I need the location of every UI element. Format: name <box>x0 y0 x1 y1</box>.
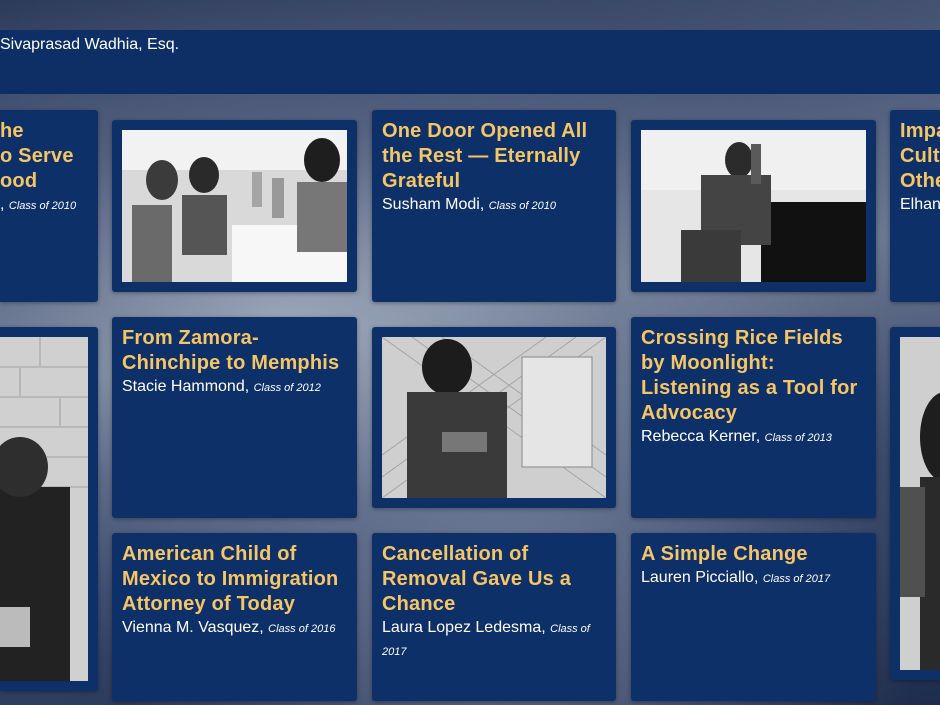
story-title[interactable]: Cancellation of Removal Gave Us a Chance <box>382 542 606 617</box>
detained-man-photo <box>641 130 866 282</box>
detained-woman-photo <box>382 337 606 498</box>
story-title[interactable]: Crossing Rice Fields by Moonlight: Liste… <box>641 326 866 426</box>
story-tile-simple-change[interactable]: A Simple Change Lauren Picciallo, Class … <box>631 533 876 701</box>
photo-tile-left-portrait[interactable] <box>0 327 98 691</box>
story-title[interactable]: American Child of Mexico to Immigration … <box>122 542 347 617</box>
story-tile-zamora[interactable]: From Zamora-Chinchipe to Memphis Stacie … <box>112 317 357 518</box>
left-portrait-image <box>0 337 88 681</box>
family-visitation-image <box>122 130 347 282</box>
story-tile-top-right[interactable]: Impa Cult Othe Elhan <box>890 110 940 302</box>
photo-tile-man[interactable] <box>631 120 876 292</box>
story-byline: Lauren Picciallo, Class of 2017 <box>641 569 831 586</box>
story-byline: Elhan <box>900 196 940 213</box>
story-title[interactable]: A Simple Change <box>641 542 866 567</box>
story-tile-cancellation[interactable]: Cancellation of Removal Gave Us a Chance… <box>372 533 616 701</box>
story-title[interactable]: he o Serve ood <box>0 119 88 194</box>
story-byline: , Class of 2010 <box>0 196 77 213</box>
story-tile-one-door[interactable]: One Door Opened All the Rest — Eternally… <box>372 110 616 302</box>
story-title[interactable]: One Door Opened All the Rest — Eternally… <box>382 119 606 194</box>
detained-woman-image <box>382 337 606 498</box>
photo-tile-right-portrait[interactable] <box>890 327 940 680</box>
photo-tile-family[interactable] <box>112 120 357 292</box>
story-tile-american-child[interactable]: American Child of Mexico to Immigration … <box>112 533 357 701</box>
story-byline: Rebecca Kerner, Class of 2013 <box>641 428 832 445</box>
story-byline: Susham Modi, Class of 2010 <box>382 196 556 213</box>
photo-tile-woman[interactable] <box>372 327 616 508</box>
story-title[interactable]: From Zamora-Chinchipe to Memphis <box>122 326 347 376</box>
story-byline: Vienna M. Vasquez, Class of 2016 <box>122 619 336 636</box>
right-portrait-image <box>900 337 940 670</box>
story-title[interactable]: Impa Cult Othe <box>900 119 940 194</box>
family-visitation-photo <box>122 130 347 282</box>
header-name: Sivaprasad Wadhia, Esq. <box>0 36 180 53</box>
story-tile-top-left[interactable]: he o Serve ood , Class of 2010 <box>0 110 98 302</box>
detainee-portrait-photo <box>900 337 940 670</box>
detainee-portrait-photo <box>0 337 88 681</box>
detained-man-image <box>641 130 866 282</box>
story-byline: Stacie Hammond, Class of 2012 <box>122 378 321 395</box>
story-tile-rice-fields[interactable]: Crossing Rice Fields by Moonlight: Liste… <box>631 317 876 518</box>
story-byline: Laura Lopez Ledesma, Class of 2017 <box>382 619 590 658</box>
